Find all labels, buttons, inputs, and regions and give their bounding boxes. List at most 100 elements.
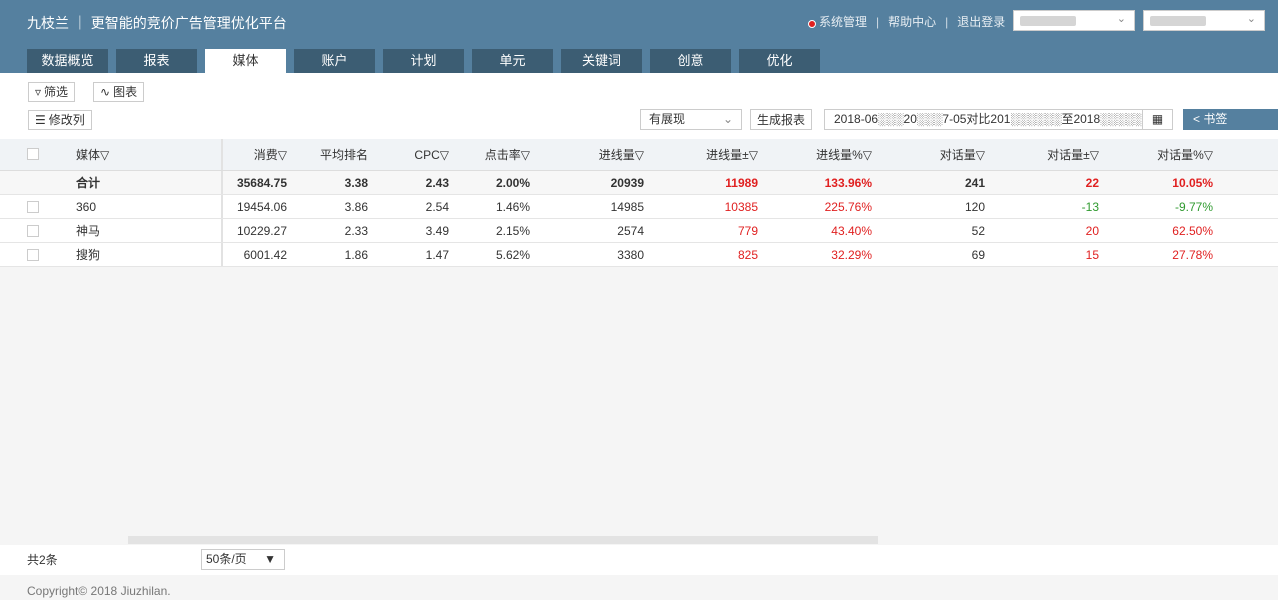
chart-button[interactable]: ∿ 图表 <box>93 82 145 102</box>
tab-keywords[interactable]: 关键词 <box>561 49 642 73</box>
line-chart-icon: ∿ <box>100 85 111 99</box>
col-media[interactable]: 媒体▽ <box>76 139 109 171</box>
table-cell: 241 <box>964 176 985 190</box>
tab-unit[interactable]: 单元 <box>472 49 553 73</box>
table-header-row: 媒体▽ 消费▽ 平均排名 CPC▽ 点击率▽ 进线量▽ 进线量±▽ 进线量%▽ … <box>0 139 1278 171</box>
table-cell: 3.86 <box>344 200 368 214</box>
select-all-checkbox[interactable] <box>27 148 39 160</box>
brand-title: 九枝兰 ｜ 更智能的竞价广告管理优化平台 <box>27 15 287 31</box>
generate-report-button[interactable]: 生成报表 <box>750 109 813 130</box>
redacted-value <box>1020 16 1076 26</box>
table-cell: 10.05% <box>1172 176 1213 190</box>
filter-label: 筛选 <box>44 85 69 99</box>
chart-label: 图表 <box>113 85 138 99</box>
col-leads[interactable]: 进线量▽ <box>599 139 644 171</box>
col-cpc[interactable]: CPC▽ <box>414 139 449 171</box>
table-cell: 225.76% <box>824 200 872 214</box>
row-checkbox[interactable] <box>27 249 39 261</box>
table-cell: 27.78% <box>1172 248 1213 262</box>
chevron-down-icon: ⌄ <box>1116 13 1126 25</box>
table-cell: 2.00% <box>495 176 530 190</box>
col-leads-pct[interactable]: 进线量%▽ <box>816 139 872 171</box>
table-cell: 19454.06 <box>236 200 287 214</box>
tab-media[interactable]: 媒体 <box>205 49 286 73</box>
table-cell: 779 <box>737 224 758 238</box>
tab-plan[interactable]: 计划 <box>383 49 464 73</box>
date-range-value: 2018-06░░░20░░░7-05对比201░░░░░░至2018░░░░░ <box>834 112 1143 126</box>
edit-columns-button[interactable]: ☰ 修改列 <box>28 110 92 130</box>
table-cell: 2.33 <box>344 224 368 238</box>
toolbar: ▿ 筛选 ∿ 图表 ☰ 修改列 有展现 ⌄ 生成报表 2018-06░░░20░… <box>0 73 1278 139</box>
col-cost[interactable]: 消费▽ <box>254 139 287 171</box>
table-row[interactable]: 360 19454.06 3.86 2.54 1.46% 14985 10385… <box>0 195 1278 219</box>
table-cell: 5.62% <box>495 248 530 262</box>
main-tabs: 数据概览 报表 媒体 账户 计划 单元 关键词 创意 优化 <box>27 49 828 73</box>
table-cell: 2574 <box>617 224 644 238</box>
bookmark-label: 书签 <box>1203 112 1228 126</box>
help-center-link[interactable]: 帮助中心 <box>888 13 936 30</box>
col-chats[interactable]: 对话量▽ <box>940 139 985 171</box>
caret-down-icon: ▼ <box>264 552 276 566</box>
tab-optimize[interactable]: 优化 <box>739 49 820 73</box>
table-cell: 62.50% <box>1172 224 1213 238</box>
col-chats-pct[interactable]: 对话量%▽ <box>1157 139 1213 171</box>
system-admin-link[interactable]: 系统管理 <box>819 13 867 30</box>
tab-reports[interactable]: 报表 <box>116 49 197 73</box>
chevron-down-icon: ⌄ <box>722 112 733 126</box>
horizontal-scrollbar[interactable] <box>128 536 878 544</box>
table-cell: 1.46% <box>495 200 530 214</box>
account-select[interactable]: ⌄ <box>1013 10 1135 31</box>
table-cell: 3.38 <box>344 176 368 190</box>
filter-icon: ▿ <box>35 85 42 99</box>
generate-report-label: 生成报表 <box>757 112 806 127</box>
notification-dot-icon <box>808 19 816 28</box>
chevron-down-icon: ⌄ <box>1246 13 1256 25</box>
table-cell: 32.29% <box>831 248 872 262</box>
table-cell: 10229.27 <box>236 224 287 238</box>
table-row[interactable]: 搜狗 6001.42 1.86 1.47 5.62% 3380 825 32.2… <box>0 243 1278 267</box>
table-cell: 20939 <box>610 176 644 190</box>
user-select[interactable]: ⌄ <box>1143 10 1265 31</box>
edit-columns-label: 修改列 <box>48 113 85 127</box>
list-icon: ☰ <box>35 113 46 127</box>
tab-creative[interactable]: 创意 <box>650 49 731 73</box>
media-name: 神马 <box>76 224 101 238</box>
col-ctr[interactable]: 点击率▽ <box>485 139 530 171</box>
table-cell: 43.40% <box>831 224 872 238</box>
col-leads-change[interactable]: 进线量±▽ <box>706 139 758 171</box>
redacted-value <box>1150 16 1206 26</box>
column-divider <box>221 171 223 194</box>
record-count: 共2条 <box>27 553 58 567</box>
row-checkbox[interactable] <box>27 201 39 213</box>
col-chats-change[interactable]: 对话量±▽ <box>1047 139 1099 171</box>
bookmark-button[interactable]: < 书签 <box>1183 109 1278 130</box>
logout-link[interactable]: 退出登录 <box>957 13 1005 30</box>
table-cell: 2.43 <box>425 176 449 190</box>
column-divider <box>221 219 223 242</box>
table-cell: 15 <box>1085 248 1099 262</box>
page-size-select[interactable]: 50条/页 ▼ <box>201 549 285 570</box>
page-size-value: 50条/页 <box>206 552 247 566</box>
tab-account[interactable]: 账户 <box>294 49 375 73</box>
tab-overview[interactable]: 数据概览 <box>27 49 108 73</box>
table-cell: 133.96% <box>824 176 872 190</box>
media-name: 360 <box>76 200 97 214</box>
table-cell: -9.77% <box>1174 200 1213 214</box>
separator: | <box>945 14 949 29</box>
table-cell: 825 <box>737 248 758 262</box>
top-links: 系统管理 | 帮助中心 | 退出登录 <box>808 13 1005 30</box>
table-cell: 1.47 <box>425 248 449 262</box>
total-label: 合计 <box>76 176 101 190</box>
date-range-input[interactable]: 2018-06░░░20░░░7-05对比201░░░░░░至2018░░░░░… <box>824 109 1173 130</box>
app-header: 九枝兰 ｜ 更智能的竞价广告管理优化平台 系统管理 | 帮助中心 | 退出登录 … <box>0 0 1278 73</box>
table-cell: 10385 <box>724 200 758 214</box>
row-checkbox[interactable] <box>27 225 39 237</box>
chevron-left-icon: < <box>1193 112 1201 126</box>
table-cell: 11989 <box>725 176 758 190</box>
copyright: Copyright© 2018 Jiuzhilan. <box>27 584 171 598</box>
col-avg-rank[interactable]: 平均排名 <box>320 139 368 171</box>
display-mode-select[interactable]: 有展现 ⌄ <box>640 109 742 130</box>
filter-button[interactable]: ▿ 筛选 <box>28 82 76 102</box>
calendar-icon[interactable]: ▦ <box>1142 110 1172 129</box>
table-row[interactable]: 神马 10229.27 2.33 3.49 2.15% 2574 779 43.… <box>0 219 1278 243</box>
